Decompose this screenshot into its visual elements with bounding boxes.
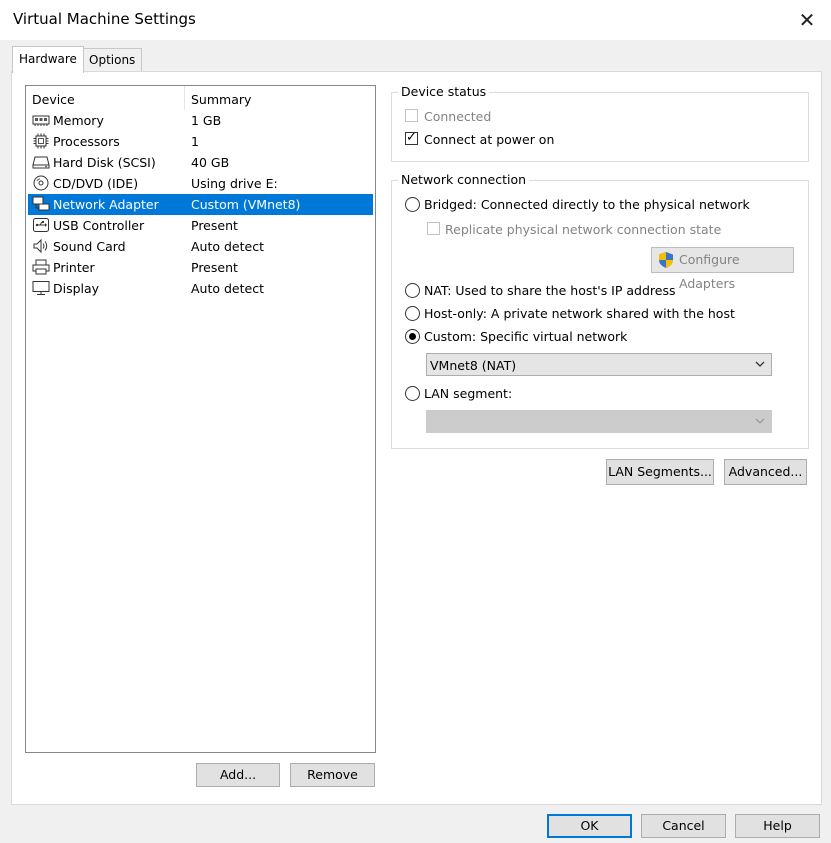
- device-list-header: Device Summary: [26, 86, 375, 111]
- custom-label: Custom: Specific virtual network: [424, 329, 628, 344]
- nat-radio[interactable]: [405, 283, 420, 298]
- device-name: Memory: [53, 113, 104, 128]
- add-device-button[interactable]: Add...: [196, 763, 280, 787]
- device-name: Sound Card: [53, 239, 126, 254]
- device-name: Processors: [53, 134, 120, 149]
- cancel-button[interactable]: Cancel: [641, 814, 726, 838]
- processor-icon: [33, 133, 49, 149]
- network-connection-title: Network connection: [398, 172, 530, 187]
- nat-label: NAT: Used to share the host's IP address: [424, 283, 676, 298]
- hard-disk-icon: [32, 156, 50, 169]
- lan-segment-radio[interactable]: [405, 386, 420, 401]
- device-summary: Using drive E:: [191, 176, 278, 191]
- device-name: Hard Disk (SCSI): [53, 155, 156, 170]
- chevron-down-icon: [755, 418, 765, 424]
- bridged-label: Bridged: Connected directly to the physi…: [424, 197, 750, 212]
- device-name: USB Controller: [53, 218, 145, 233]
- replicate-label: Replicate physical network connection st…: [445, 222, 722, 237]
- device-row-usb-controller[interactable]: USB Controller Present: [28, 215, 373, 236]
- remove-device-button[interactable]: Remove: [290, 763, 375, 787]
- connected-checkbox[interactable]: [405, 109, 418, 122]
- tab-hardware[interactable]: Hardware: [12, 46, 84, 73]
- device-summary: 40 GB: [191, 155, 230, 170]
- device-row-network-adapter[interactable]: Network Adapter Custom (VMnet8): [28, 194, 373, 215]
- close-icon[interactable]: ✕: [793, 6, 821, 34]
- device-name: CD/DVD (IDE): [53, 176, 139, 191]
- lan-segment-label: LAN segment:: [424, 386, 513, 401]
- configure-adapters-button[interactable]: Configure Adapters: [651, 247, 794, 291]
- device-summary: Auto detect: [191, 281, 264, 296]
- device-name: Printer: [53, 260, 95, 275]
- column-header-device[interactable]: Device: [32, 92, 75, 107]
- chevron-down-icon: [755, 361, 765, 367]
- shield-icon: [659, 252, 673, 268]
- ok-button[interactable]: OK: [547, 814, 632, 838]
- column-header-summary[interactable]: Summary: [191, 92, 251, 107]
- lan-segments-button[interactable]: LAN Segments...: [606, 459, 714, 485]
- connect-at-power-on-checkbox[interactable]: [405, 130, 418, 145]
- host-only-radio[interactable]: [405, 306, 420, 321]
- device-row-display[interactable]: Display Auto detect: [28, 278, 373, 299]
- usb-controller-icon: [33, 218, 49, 232]
- device-row-processors[interactable]: Processors 1: [28, 131, 373, 152]
- device-row-printer[interactable]: Printer Present: [28, 257, 373, 278]
- device-summary: Present: [191, 218, 238, 233]
- window-title: Virtual Machine Settings: [13, 10, 196, 28]
- custom-network-value: VMnet8 (NAT): [430, 358, 517, 373]
- network-adapter-icon: [32, 196, 50, 211]
- custom-network-select[interactable]: VMnet8 (NAT): [426, 353, 772, 376]
- device-summary: Present: [191, 260, 238, 275]
- device-name: Display: [53, 281, 100, 296]
- device-status-title: Device status: [398, 84, 490, 99]
- device-row-cd-dvd[interactable]: CD/DVD (IDE) Using drive E:: [28, 173, 373, 194]
- connected-label: Connected: [424, 109, 492, 124]
- device-summary: Custom (VMnet8): [191, 197, 301, 212]
- lan-segment-select[interactable]: [426, 410, 772, 433]
- device-row-sound-card[interactable]: Sound Card Auto detect: [28, 236, 373, 257]
- host-only-label: Host-only: A private network shared with…: [424, 306, 735, 321]
- vm-settings-dialog: Virtual Machine Settings ✕ Hardware Opti…: [0, 0, 831, 843]
- custom-radio[interactable]: [405, 329, 420, 344]
- help-button[interactable]: Help: [735, 814, 820, 838]
- bridged-radio[interactable]: [405, 197, 420, 212]
- cd-dvd-icon: [33, 175, 49, 191]
- connect-at-power-on-label: Connect at power on: [424, 132, 555, 147]
- device-summary: Auto detect: [191, 239, 264, 254]
- column-divider[interactable]: [184, 86, 185, 110]
- advanced-button[interactable]: Advanced...: [724, 459, 807, 485]
- display-icon: [32, 281, 50, 295]
- device-list[interactable]: Device Summary Memory 1 GB Processors 1 …: [25, 85, 376, 753]
- title-bar: Virtual Machine Settings ✕: [0, 0, 831, 40]
- device-status-group: Device status: [391, 84, 809, 162]
- device-row-memory[interactable]: Memory 1 GB: [28, 110, 373, 131]
- printer-icon: [32, 259, 50, 275]
- replicate-checkbox[interactable]: [427, 222, 440, 235]
- device-summary: 1 GB: [191, 113, 222, 128]
- sound-card-icon: [33, 238, 48, 254]
- memory-icon: [32, 115, 50, 126]
- device-name: Network Adapter: [53, 197, 159, 212]
- tab-options[interactable]: Options: [82, 48, 143, 71]
- configure-adapters-label: Configure Adapters: [679, 252, 740, 291]
- device-row-hard-disk[interactable]: Hard Disk (SCSI) 40 GB: [28, 152, 373, 173]
- device-summary: 1: [191, 134, 199, 149]
